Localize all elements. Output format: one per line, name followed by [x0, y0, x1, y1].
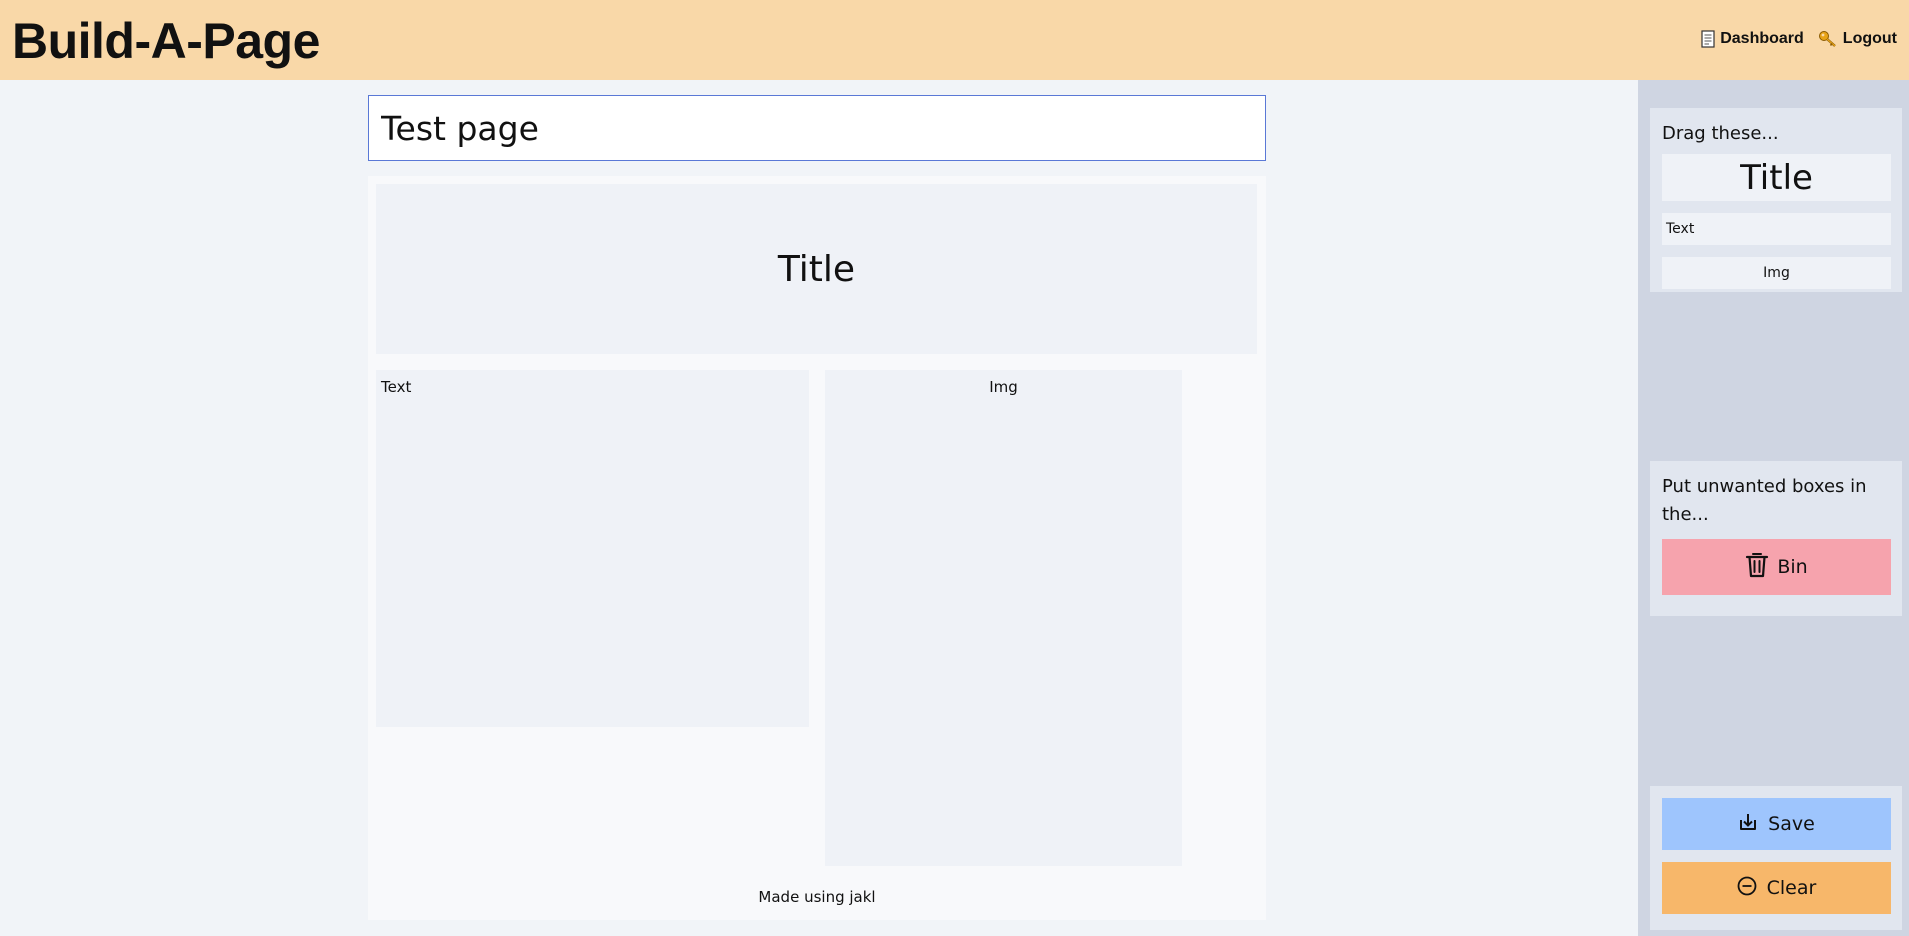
drag-title-label: Title: [1740, 157, 1813, 198]
title-block[interactable]: Title: [376, 184, 1257, 354]
actions-panel: Save Clear: [1650, 786, 1902, 930]
text-block[interactable]: Text: [376, 370, 809, 727]
page-title-input[interactable]: [368, 95, 1266, 161]
bin-heading: Put unwanted boxes in the...: [1662, 476, 1867, 525]
logout-label: Logout: [1842, 30, 1897, 47]
drag-title-item[interactable]: Title: [1662, 154, 1891, 201]
minus-circle-icon: [1737, 876, 1757, 901]
text-block-label: Text: [381, 378, 412, 396]
trash-icon: [1745, 551, 1769, 584]
page-canvas[interactable]: Title Text Img Made using jakl: [368, 176, 1266, 920]
title-block-label: Title: [777, 248, 856, 290]
logout-link[interactable]: Logout: [1818, 30, 1897, 48]
dashboard-link[interactable]: Dashboard: [1701, 30, 1804, 48]
drag-text-item[interactable]: Text: [1662, 213, 1891, 245]
drag-heading: Drag these...: [1662, 123, 1779, 144]
drag-text-label: Text: [1666, 221, 1695, 237]
drag-img-label: Img: [1763, 265, 1790, 281]
sidebar: Drag these... Title Text Img Put unwante…: [1638, 80, 1909, 936]
drag-img-item[interactable]: Img: [1662, 257, 1891, 289]
save-label: Save: [1768, 813, 1815, 835]
app-header: Build-A-Page Dashboard Logout: [0, 0, 1909, 80]
drag-panel: Drag these... Title Text Img: [1650, 108, 1902, 292]
clear-button[interactable]: Clear: [1662, 862, 1891, 914]
footer-note: Made using jakl: [758, 888, 876, 906]
editor-area: Title Text Img Made using jakl: [0, 80, 1638, 936]
clear-label: Clear: [1766, 877, 1817, 899]
img-block[interactable]: Img: [825, 370, 1182, 866]
header-nav: Dashboard Logout: [1701, 30, 1897, 48]
save-button[interactable]: Save: [1662, 798, 1891, 850]
download-icon: [1738, 812, 1758, 837]
document-icon: [1701, 30, 1715, 48]
key-icon: [1818, 30, 1838, 48]
dashboard-label: Dashboard: [1720, 30, 1804, 47]
app-title: Build-A-Page: [12, 13, 320, 69]
img-block-label: Img: [989, 378, 1018, 396]
bin-label: Bin: [1777, 556, 1808, 578]
bin-panel: Put unwanted boxes in the... Bin: [1650, 461, 1902, 616]
bin-dropzone[interactable]: Bin: [1662, 539, 1891, 595]
